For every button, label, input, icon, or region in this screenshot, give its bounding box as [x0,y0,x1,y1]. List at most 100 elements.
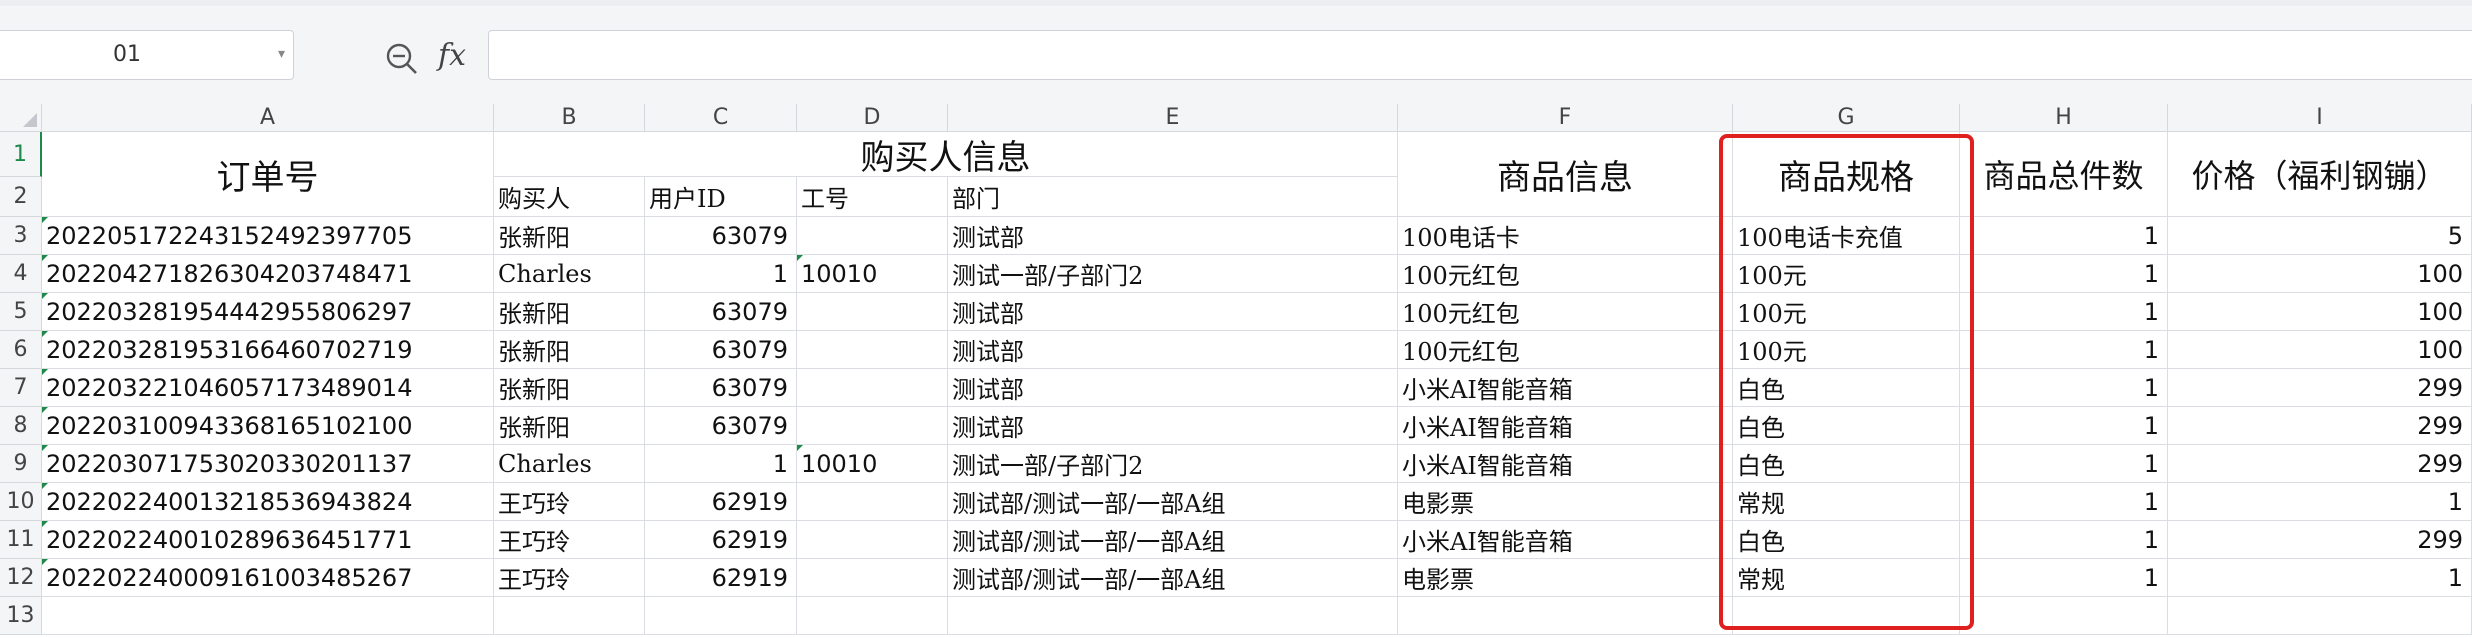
cell-price[interactable]: 299 [2168,445,2472,483]
row-header-11[interactable]: 11 [0,521,42,559]
header-order-no[interactable]: 订单号 [42,132,494,217]
cell-uid[interactable]: 62919 [645,483,797,521]
cell-order[interactable]: 202202240009161003485267 [42,559,494,597]
cell-uid[interactable]: 62919 [645,521,797,559]
cell-dept[interactable]: 测试部 [948,331,1398,369]
cell-product[interactable]: 小米AI智能音箱 [1398,407,1733,445]
cell-product[interactable]: 100元红包 [1398,331,1733,369]
header-product-info[interactable]: 商品信息 [1398,132,1733,217]
cell-product[interactable]: 小米AI智能音箱 [1398,521,1733,559]
row-header-13[interactable]: 13 [0,597,42,635]
cell-empty[interactable] [1960,597,2168,635]
column-header-g[interactable]: G [1733,104,1960,132]
fx-function-icon[interactable]: fx [438,38,466,73]
cell-dept[interactable]: 测试部 [948,407,1398,445]
cell-emp[interactable] [797,559,948,597]
cell-dept[interactable]: 测试部 [948,293,1398,331]
cell-empty[interactable] [1398,597,1733,635]
cell-product[interactable]: 电影票 [1398,483,1733,521]
cell-price[interactable]: 100 [2168,293,2472,331]
column-header-c[interactable]: C [645,104,797,132]
cell-price[interactable]: 1 [2168,483,2472,521]
row-header-6[interactable]: 6 [0,331,42,369]
header-buyer[interactable]: 购买人 [494,177,645,217]
cell-dept[interactable]: 测试部/测试一部/一部A组 [948,521,1398,559]
row-header-10[interactable]: 10 [0,483,42,521]
cell-price[interactable]: 1 [2168,559,2472,597]
cell-qty[interactable]: 1 [1960,559,2168,597]
cell-spec[interactable]: 100电话卡充值 [1733,217,1960,255]
cell-order[interactable]: 202203100943368165102100 [42,407,494,445]
cell-emp[interactable]: 10010 [797,445,948,483]
row-header-1[interactable]: 1 [0,132,42,177]
cell-uid[interactable]: 62919 [645,559,797,597]
cell-order[interactable]: 202202240010289636451771 [42,521,494,559]
cell-emp[interactable] [797,369,948,407]
name-box[interactable]: 01 ▾ [0,30,294,80]
cell-uid[interactable]: 1 [645,255,797,293]
column-header-b[interactable]: B [494,104,645,132]
cell-qty[interactable]: 1 [1960,445,2168,483]
cell-dept[interactable]: 测试部/测试一部/一部A组 [948,483,1398,521]
chevron-down-icon[interactable]: ▾ [278,46,285,62]
cell-spec[interactable]: 白色 [1733,445,1960,483]
cell-emp[interactable] [797,331,948,369]
cell-order[interactable]: 202204271826304203748471 [42,255,494,293]
cell-product[interactable]: 100电话卡 [1398,217,1733,255]
cell-buyer[interactable]: Charles [494,445,645,483]
header-buyer-info[interactable]: 购买人信息 [494,132,1398,178]
cell-spec[interactable]: 白色 [1733,407,1960,445]
row-header-12[interactable]: 12 [0,559,42,597]
header-department[interactable]: 部门 [948,177,1398,217]
cell-empty[interactable] [797,597,948,635]
cell-qty[interactable]: 1 [1960,483,2168,521]
row-header-5[interactable]: 5 [0,293,42,331]
row-header-7[interactable]: 7 [0,369,42,407]
cell-buyer[interactable]: 张新阳 [494,331,645,369]
header-price[interactable]: 价格（福利钢镚） [2168,132,2472,217]
cell-uid[interactable]: 1 [645,445,797,483]
column-header-e[interactable]: E [948,104,1398,132]
cell-spec[interactable]: 白色 [1733,369,1960,407]
header-employee-no[interactable]: 工号 [797,177,948,217]
formula-input[interactable] [488,30,2472,80]
cell-price[interactable]: 299 [2168,521,2472,559]
cell-spec[interactable]: 白色 [1733,521,1960,559]
cell-qty[interactable]: 1 [1960,217,2168,255]
cell-product[interactable]: 100元红包 [1398,293,1733,331]
cell-buyer[interactable]: 张新阳 [494,217,645,255]
cell-price[interactable]: 5 [2168,217,2472,255]
cell-order[interactable]: 202203221046057173489014 [42,369,494,407]
row-header-4[interactable]: 4 [0,255,42,293]
cell-empty[interactable] [42,597,494,635]
cell-emp[interactable] [797,483,948,521]
cell-price[interactable]: 299 [2168,407,2472,445]
header-user-id[interactable]: 用户ID [645,177,797,217]
row-header-8[interactable]: 8 [0,407,42,445]
cell-dept[interactable]: 测试部 [948,369,1398,407]
cell-uid[interactable]: 63079 [645,217,797,255]
cell-emp[interactable] [797,407,948,445]
cell-product[interactable]: 小米AI智能音箱 [1398,369,1733,407]
cell-order[interactable]: 202202240013218536943824 [42,483,494,521]
cell-empty[interactable] [2168,597,2472,635]
column-header-i[interactable]: I [2168,104,2472,132]
cell-empty[interactable] [1733,597,1960,635]
cell-price[interactable]: 100 [2168,331,2472,369]
cell-buyer[interactable]: 张新阳 [494,369,645,407]
row-header-3[interactable]: 3 [0,217,42,255]
cell-dept[interactable]: 测试一部/子部门2 [948,445,1398,483]
cell-qty[interactable]: 1 [1960,331,2168,369]
cell-qty[interactable]: 1 [1960,293,2168,331]
cell-emp[interactable] [797,293,948,331]
cell-buyer[interactable]: 张新阳 [494,407,645,445]
column-header-d[interactable]: D [797,104,948,132]
cell-empty[interactable] [645,597,797,635]
cell-qty[interactable]: 1 [1960,407,2168,445]
cell-emp[interactable] [797,217,948,255]
column-header-a[interactable]: A [42,104,494,132]
cell-product[interactable]: 小米AI智能音箱 [1398,445,1733,483]
cell-uid[interactable]: 63079 [645,331,797,369]
cell-order[interactable]: 202203281953166460702719 [42,331,494,369]
cell-dept[interactable]: 测试部 [948,217,1398,255]
